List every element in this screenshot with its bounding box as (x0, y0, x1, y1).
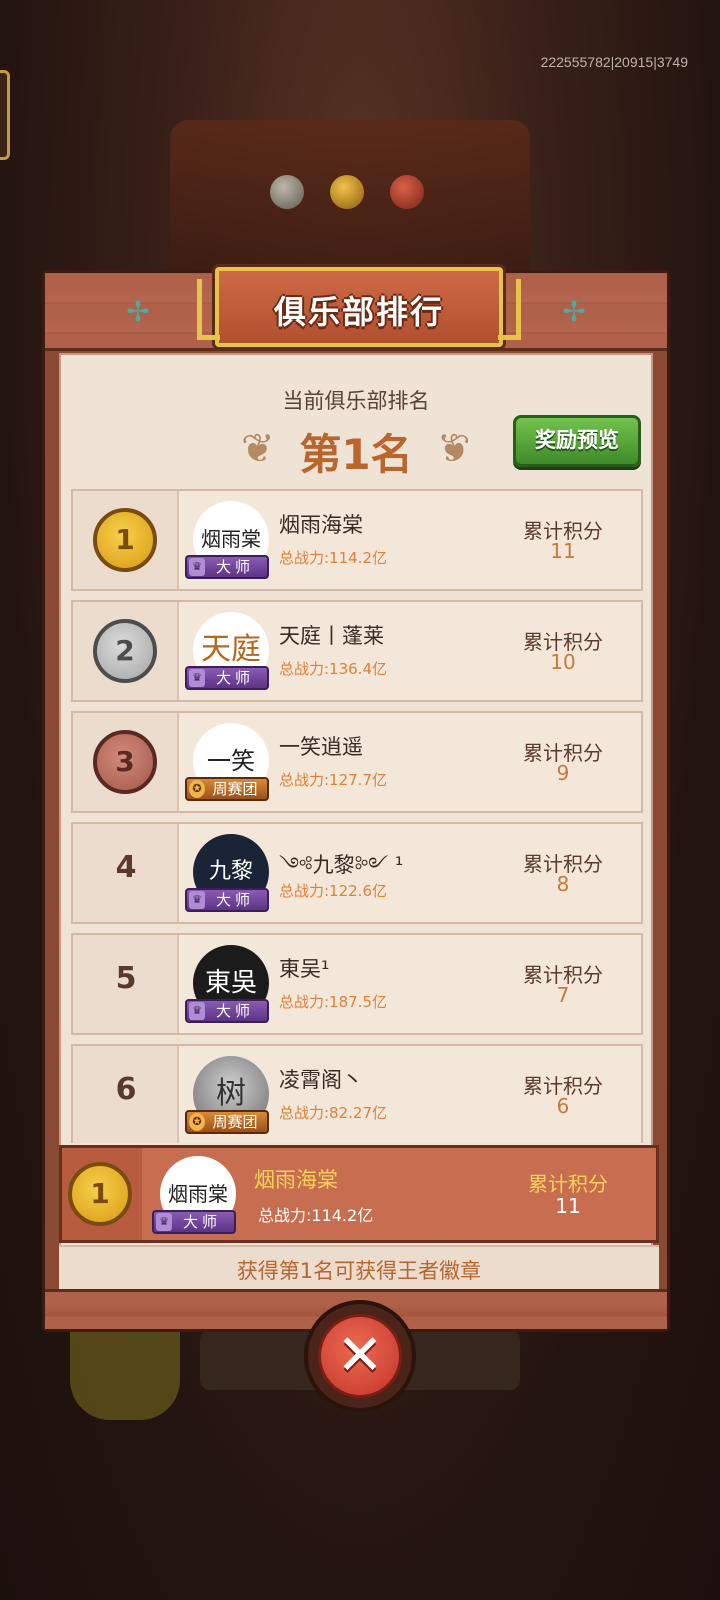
club-power: 总战力:114.2亿 (258, 1206, 374, 1225)
ranking-row[interactable]: 4 九黎 ♛ 大师 ༺九黎༻ ¹ 总战力:122.6亿 累计积分 8 (71, 822, 643, 924)
club-power: 总战力:127.7亿 (279, 771, 387, 789)
score-value: 11 (550, 539, 576, 563)
my-club-row[interactable]: 1 烟雨棠 ♛ 大师 烟雨海棠 总战力:114.2亿 累计积分 11 (59, 1145, 659, 1243)
rank-cell: 3 (73, 713, 179, 811)
rank-cell: 1 (62, 1148, 142, 1240)
user-id-text: 222555782|20915|3749 (540, 54, 688, 70)
tier-badge-icon: ♛ (156, 1213, 172, 1231)
club-name: 一笑逍遥 (279, 735, 363, 759)
background-prop (70, 1330, 180, 1420)
club-name: 凌霄阁丶 (279, 1068, 363, 1092)
reward-hint: 获得第1名可获得王者徽章 (59, 1245, 659, 1293)
ranking-row[interactable]: 3 一笑 ✪ 周赛团 一笑逍遥 总战力:127.7亿 累计积分 9 (71, 711, 643, 813)
dialog-title: 俱乐部排行 (273, 293, 444, 331)
tier-badge-icon: ♛ (189, 669, 205, 687)
club-power: 总战力:82.27亿 (279, 1104, 387, 1122)
ranking-row[interactable]: 1 烟雨棠 ♛ 大师 烟雨海棠 总战力:114.2亿 累计积分 11 (71, 489, 643, 591)
tier-badge: ♛ 大师 (152, 1210, 236, 1234)
ranking-row[interactable]: 2 天庭 ♛ 大师 天庭丨蓬莱 总战力:136.4亿 累计积分 10 (71, 600, 643, 702)
close-icon[interactable]: ✕ (318, 1314, 402, 1398)
rank-number: 4 (115, 850, 137, 885)
ranking-list[interactable]: 1 烟雨棠 ♛ 大师 烟雨海棠 总战力:114.2亿 累计积分 11 2 天庭 ♛… (71, 489, 643, 1143)
weekly-team-badge: ✪ 周赛团 (185, 777, 269, 801)
weekly-badge-icon: ✪ (189, 780, 205, 798)
tier-badge: ♛ 大师 (185, 666, 269, 690)
background-light (390, 175, 424, 209)
rank-cell: 2 (73, 602, 179, 700)
title-plate: 俱乐部排行 (197, 267, 521, 347)
tier-badge-icon: ♛ (189, 558, 205, 576)
background-light (270, 175, 304, 209)
current-rank-label: 当前俱乐部排名 (282, 389, 430, 413)
bronze-medal-icon: 3 (93, 730, 157, 794)
tier-badge: ♛ 大师 (185, 999, 269, 1023)
background-light (330, 175, 364, 209)
score-value: 8 (556, 872, 570, 896)
weekly-badge-icon: ✪ (189, 1113, 205, 1131)
club-power: 总战力:122.6亿 (279, 882, 387, 900)
weekly-team-badge: ✪ 周赛团 (185, 1110, 269, 1134)
fish-icon: ✢ (126, 295, 150, 328)
club-power: 总战力:136.4亿 (279, 660, 387, 678)
score-value: 9 (556, 761, 570, 785)
club-power: 总战力:114.2亿 (279, 549, 387, 567)
club-name: 烟雨海棠 (254, 1168, 338, 1192)
rank-cell: 5 (73, 935, 179, 1033)
silver-medal-icon: 2 (93, 619, 157, 683)
club-name: 東吴¹ (279, 957, 330, 981)
rank-number: 5 (115, 961, 137, 996)
ranking-row[interactable]: 5 東吳 ♛ 大师 東吴¹ 总战力:187.5亿 累计积分 7 (71, 933, 643, 1035)
side-tab (0, 70, 10, 160)
tier-badge-icon: ♛ (189, 891, 205, 909)
club-name: 天庭丨蓬莱 (279, 624, 384, 648)
rank-cell: 1 (73, 491, 179, 589)
tier-badge-icon: ♛ (189, 1002, 205, 1020)
score-value: 7 (556, 983, 570, 1007)
tier-badge: ♛ 大师 (185, 555, 269, 579)
gold-medal-icon: 1 (68, 1162, 132, 1226)
club-name: 烟雨海棠 (279, 513, 363, 537)
score-value: 10 (550, 650, 576, 674)
score-value: 11 (555, 1194, 581, 1218)
laurel-icon: ❦ (437, 426, 471, 472)
fish-icon: ✢ (562, 295, 586, 328)
score-value: 6 (556, 1094, 570, 1118)
club-ranking-dialog: ✢ ✢ 俱乐部排行 当前俱乐部排名 ❦ 第1名 ❦ 奖励预览 1 烟雨棠 ♛ 大师… (42, 267, 670, 1332)
club-power: 总战力:187.5亿 (279, 993, 387, 1011)
reward-preview-button[interactable]: 奖励预览 (513, 415, 641, 467)
close-button[interactable]: ✕ (304, 1300, 416, 1412)
gold-medal-icon: 1 (93, 508, 157, 572)
ranking-row[interactable]: 6 树 ✪ 周赛团 凌霄阁丶 总战力:82.27亿 累计积分 6 (71, 1044, 643, 1143)
rank-cell: 6 (73, 1046, 179, 1143)
rank-number: 6 (115, 1072, 137, 1107)
dialog-header: ✢ ✢ 俱乐部排行 (45, 267, 667, 351)
score-label: 累计积分 (528, 1172, 608, 1196)
tier-badge: ♛ 大师 (185, 888, 269, 912)
rank-cell: 4 (73, 824, 179, 922)
